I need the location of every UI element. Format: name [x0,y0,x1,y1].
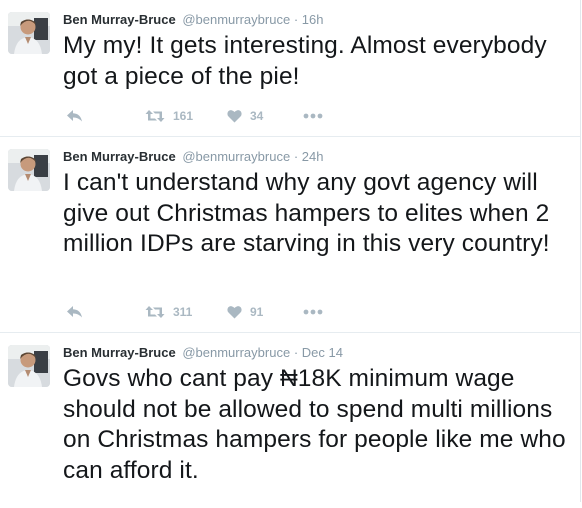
retweet-icon [145,109,165,123]
reply-icon [66,305,83,319]
author-handle[interactable]: @benmurraybruce [182,12,290,27]
like-button[interactable]: 34 [227,106,263,126]
reply-icon [66,109,83,123]
timestamp[interactable]: 16h [302,12,324,27]
more-icon [303,113,323,119]
more-button[interactable] [303,302,323,322]
tweet[interactable]: Ben Murray-Bruce @benmurraybruce · Dec 1… [0,333,580,508]
avatar[interactable] [8,345,50,387]
retweet-button[interactable]: 161 [145,106,193,126]
author-handle[interactable]: @benmurraybruce [182,345,290,360]
tweet-feed: Ben Murray-Bruce @benmurraybruce · 16h M… [0,0,581,502]
tweet-header: Ben Murray-Bruce @benmurraybruce · Dec 1… [63,345,343,361]
heart-icon [227,109,242,123]
like-count: 34 [250,109,264,123]
tweet-header: Ben Murray-Bruce @benmurraybruce · 24h [63,149,323,165]
avatar[interactable] [8,149,50,191]
reply-button[interactable] [66,106,83,126]
separator: · [293,345,299,360]
tweet-text: Govs who cant pay ₦18K minimum wage shou… [63,365,566,484]
retweet-button[interactable]: 311 [145,302,192,322]
reply-button[interactable] [66,302,83,322]
avatar[interactable] [8,12,50,54]
timestamp[interactable]: Dec 14 [302,345,343,360]
tweet[interactable]: Ben Murray-Bruce @benmurraybruce · 16h M… [0,0,580,137]
author-name[interactable]: Ben Murray-Bruce [63,12,176,27]
author-name[interactable]: Ben Murray-Bruce [63,345,176,360]
author-name[interactable]: Ben Murray-Bruce [63,149,176,164]
retweet-count: 161 [173,109,194,123]
retweet-icon [145,305,165,319]
tweet-actions: 161 34 [63,106,363,126]
like-button[interactable]: 91 [227,302,263,322]
more-icon [303,309,323,315]
tweet-header: Ben Murray-Bruce @benmurraybruce · 16h [63,12,323,28]
timestamp[interactable]: 24h [302,149,324,164]
tweet-text: My my! It gets interesting. Almost every… [63,32,547,90]
more-button[interactable] [303,106,323,126]
separator: · [293,12,299,27]
tweet-actions: 311 91 [63,302,363,322]
like-count: 91 [250,305,264,319]
heart-icon [227,305,242,319]
author-handle[interactable]: @benmurraybruce [182,149,290,164]
separator: · [293,149,299,164]
tweet-text: I can't understand why any govt agency w… [63,169,550,257]
tweet[interactable]: Ben Murray-Bruce @benmurraybruce · 24h I… [0,137,580,333]
retweet-count: 311 [173,305,193,319]
